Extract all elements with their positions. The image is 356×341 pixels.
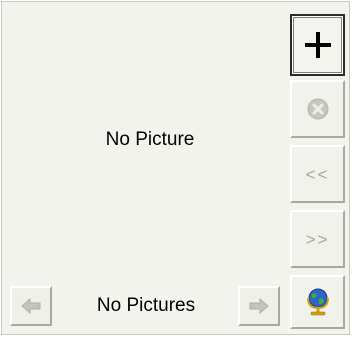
web-pictures-button[interactable] <box>290 275 345 329</box>
picture-display-area: No Picture <box>6 6 286 282</box>
remove-picture-button[interactable] <box>290 80 345 138</box>
previous-picture-button[interactable] <box>10 286 52 326</box>
delete-circle-icon <box>307 98 328 120</box>
plus-icon <box>304 32 331 58</box>
add-picture-button[interactable] <box>290 14 345 76</box>
left-arrow-icon <box>21 297 41 315</box>
move-left-button[interactable]: << <box>290 145 345 203</box>
right-arrow-icon <box>249 297 269 315</box>
move-right-button[interactable]: >> <box>290 210 345 268</box>
picture-viewer-panel: No Picture << >> No Pictures <box>1 1 350 335</box>
globe-icon <box>306 288 329 316</box>
picture-count-label: No Pictures <box>96 295 196 316</box>
move-right-label: >> <box>305 230 330 249</box>
navigation-bar: No Pictures <box>6 282 286 330</box>
move-left-label: << <box>305 165 330 184</box>
no-picture-message: No Picture <box>105 129 195 150</box>
next-picture-button[interactable] <box>238 286 280 326</box>
